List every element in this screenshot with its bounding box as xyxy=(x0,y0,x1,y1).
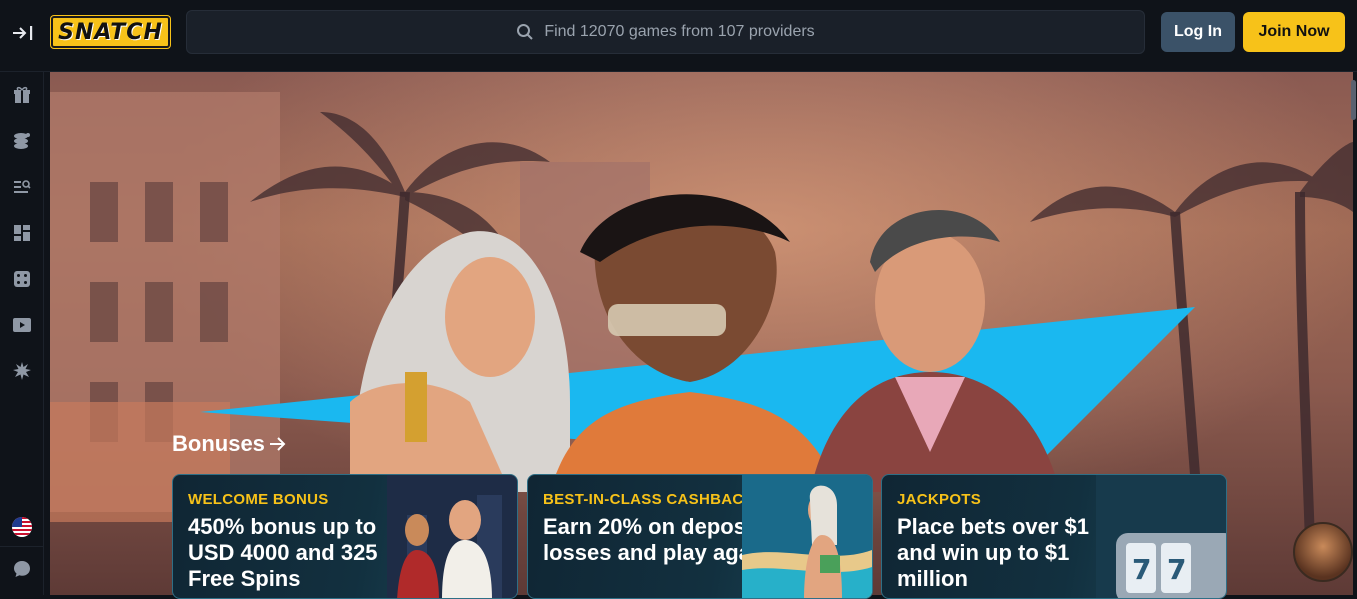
card-headline: 450% bonus up to USD 4000 and 325 Free S… xyxy=(188,514,378,591)
card-kicker: JACKPOTS xyxy=(897,491,982,508)
bonus-card-welcome[interactable]: WELCOME BONUS 450% bonus up to USD 4000 … xyxy=(172,474,518,599)
card-headline: Place bets over $1 and win up to $1 mill… xyxy=(897,514,1090,591)
top-bar: SNATCH Find 12070 games from 107 provide… xyxy=(0,0,1357,72)
card-kicker: BEST-IN-CLASS CASHBACK xyxy=(543,491,755,508)
search-icon xyxy=(517,24,534,40)
svg-text:7: 7 xyxy=(1167,553,1186,586)
us-flag-icon[interactable] xyxy=(11,516,33,538)
slot-machine-art: 7 7 xyxy=(1096,475,1226,598)
welcome-bonus-art xyxy=(387,475,517,598)
bonuses-title: Bonuses xyxy=(172,431,265,456)
search-input[interactable]: Find 12070 games from 107 providers xyxy=(186,10,1145,54)
support-avatar-button[interactable] xyxy=(1293,522,1353,582)
sidebar-divider xyxy=(0,546,44,547)
search-placeholder: Find 12070 games from 107 providers xyxy=(544,23,815,40)
page-scrollbar[interactable] xyxy=(1351,80,1356,120)
dice-icon[interactable] xyxy=(11,268,33,290)
coins-icon[interactable] xyxy=(11,130,33,152)
bonus-card-cashback[interactable]: BEST-IN-CLASS CASHBACK Earn 20% on depos… xyxy=(527,474,873,599)
sidebar xyxy=(0,72,44,595)
dashboard-icon[interactable] xyxy=(11,222,33,244)
bonuses-link[interactable]: Bonuses xyxy=(172,431,287,457)
join-now-button[interactable]: Join Now xyxy=(1243,12,1345,52)
search-list-icon[interactable] xyxy=(11,176,33,198)
cashback-art xyxy=(742,475,872,598)
svg-text:7: 7 xyxy=(1132,553,1151,586)
chat-icon[interactable] xyxy=(11,558,33,580)
gift-icon[interactable] xyxy=(11,84,33,106)
card-kicker: WELCOME BONUS xyxy=(188,491,329,508)
bonus-card-jackpots[interactable]: JACKPOTS Place bets over $1 and win up t… xyxy=(881,474,1227,599)
card-headline: Earn 20% on deposit losses and play agai… xyxy=(543,514,771,565)
starburst-icon[interactable] xyxy=(11,360,33,382)
snatch-logo[interactable]: SNATCH xyxy=(51,16,170,48)
collapse-sidebar-icon[interactable] xyxy=(10,22,36,44)
arrow-right-icon xyxy=(269,437,286,451)
play-icon[interactable] xyxy=(11,314,33,336)
login-button[interactable]: Log In xyxy=(1161,12,1235,52)
